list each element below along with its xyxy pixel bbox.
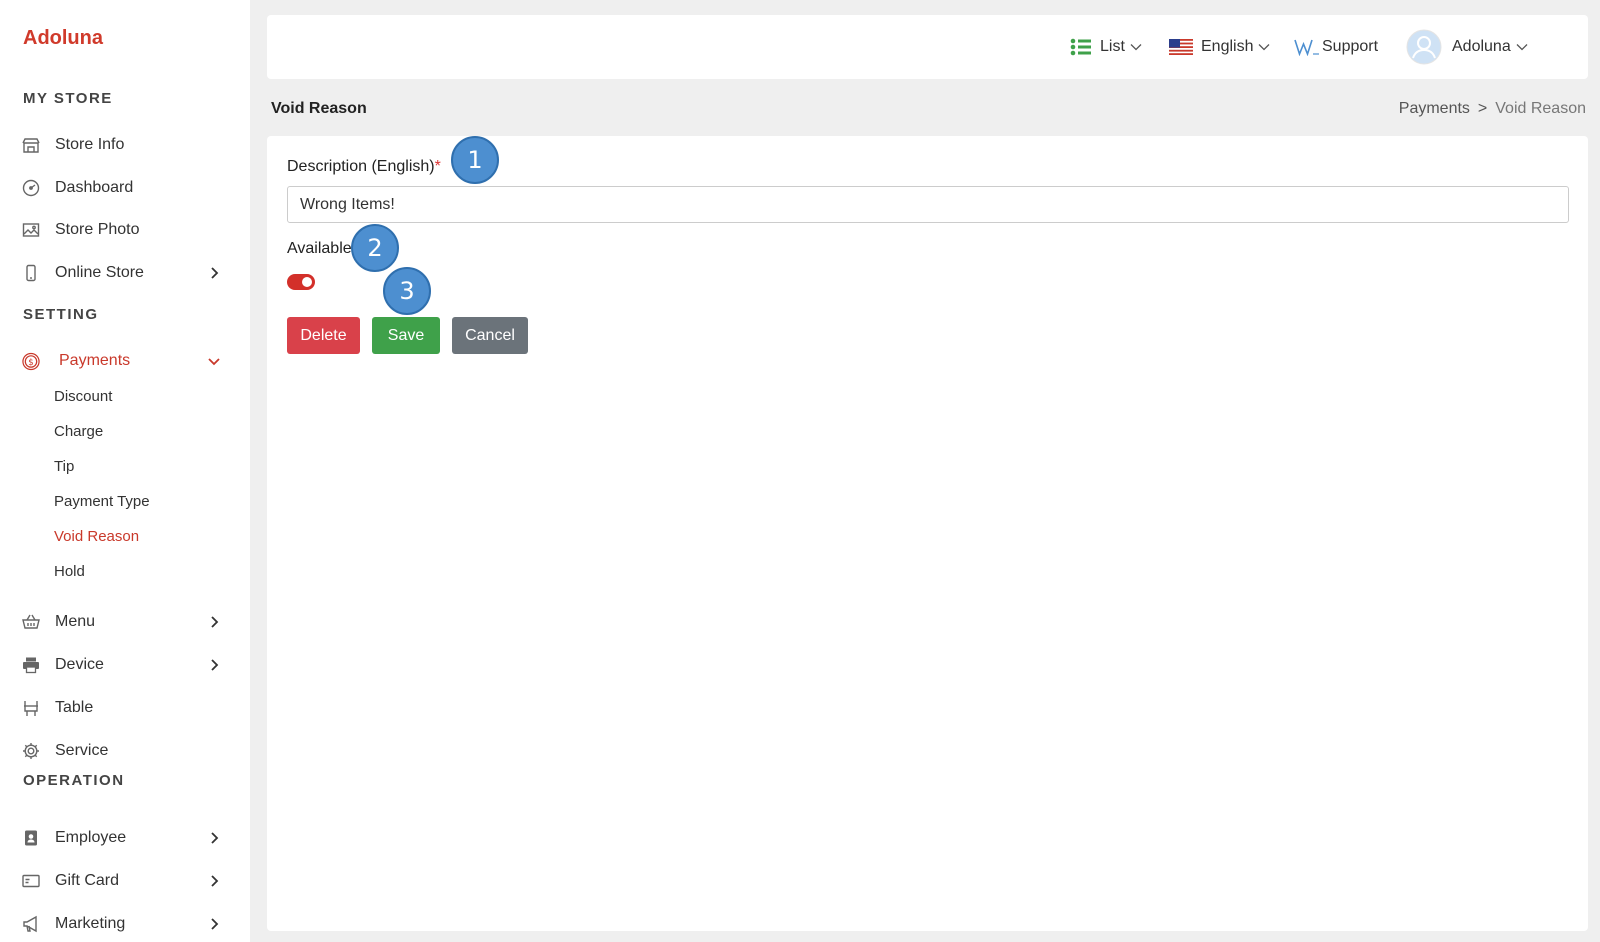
breadcrumb: Payments > Void Reason [1399, 100, 1586, 118]
card-icon [22, 872, 40, 890]
chevron-right-icon [211, 267, 219, 279]
sidebar-item-label: Service [55, 742, 109, 759]
language-label: English [1201, 38, 1254, 55]
sidebar-item-label: Dashboard [55, 179, 134, 196]
page-title: Void Reason [271, 100, 367, 117]
support-link[interactable]: Support [1294, 15, 1378, 79]
user-menu[interactable]: Adoluna [1406, 15, 1528, 79]
user-label: Adoluna [1452, 38, 1511, 55]
chevron-right-icon [211, 659, 219, 671]
chevron-down-icon [1516, 44, 1528, 51]
top-bar: List English Support Adoluna [267, 15, 1588, 79]
sidebar-item-marketing[interactable]: Marketing [0, 904, 250, 942]
chevron-right-icon [211, 616, 219, 628]
sidebar-item-gift-card[interactable]: Gift Card [0, 861, 250, 901]
available-toggle[interactable] [287, 274, 315, 290]
sidebar-item-store-photo[interactable]: Store Photo [0, 210, 250, 250]
gear-icon [22, 742, 40, 760]
step-badge-1: 1 [451, 136, 499, 184]
basket-icon [22, 613, 40, 631]
language-menu[interactable]: English [1169, 15, 1270, 79]
breadcrumb-current: Void Reason [1495, 100, 1586, 117]
section-operation: OPERATION [23, 772, 125, 789]
sidebar-item-label: Payments [59, 352, 131, 369]
sidebar-sub-discount[interactable]: Discount [54, 388, 112, 405]
sidebar-sub-hold[interactable]: Hold [54, 563, 85, 580]
svg-text:$: $ [28, 357, 33, 367]
sidebar-item-label: Employee [55, 829, 127, 846]
list-menu[interactable]: List [1070, 15, 1142, 79]
dollar-coin-icon: $ [22, 352, 40, 370]
sidebar-item-store-info[interactable]: Store Info [0, 125, 250, 165]
image-icon [22, 221, 40, 239]
step-badge-3: 3 [383, 267, 431, 315]
printer-icon [22, 656, 40, 674]
brand-logo[interactable]: Adoluna [23, 27, 103, 50]
step-badge-2: 2 [351, 224, 399, 272]
mobile-icon [22, 264, 40, 282]
description-input[interactable] [287, 186, 1569, 223]
sidebar: Adoluna MY STORE Store Info Dashboard St… [0, 0, 250, 942]
cancel-button[interactable]: Cancel [452, 317, 528, 354]
us-flag-icon [1169, 39, 1193, 55]
table-chair-icon [22, 699, 40, 717]
sidebar-item-label: Store Photo [55, 221, 140, 238]
sidebar-item-label: Online Store [55, 264, 144, 281]
sidebar-item-online-store[interactable]: Online Store [0, 253, 250, 293]
sidebar-item-table[interactable]: Table [0, 688, 250, 728]
chevron-down-icon [208, 358, 220, 366]
sidebar-sub-void-reason[interactable]: Void Reason [54, 528, 139, 545]
section-setting: SETTING [23, 306, 99, 323]
required-mark: * [434, 158, 441, 175]
sidebar-item-label: Device [55, 656, 104, 673]
delete-button[interactable]: Delete [287, 317, 360, 354]
support-w-icon [1294, 39, 1319, 56]
avatar [1406, 29, 1442, 65]
chevron-right-icon [211, 875, 219, 887]
id-badge-icon [22, 829, 40, 847]
sidebar-item-dashboard[interactable]: Dashboard [0, 168, 250, 208]
chevron-down-icon [1130, 44, 1142, 51]
description-label-text: Description (English) [287, 158, 435, 175]
chevron-down-icon [1259, 44, 1270, 51]
sidebar-item-label: Table [55, 699, 94, 716]
sidebar-sub-charge[interactable]: Charge [54, 423, 103, 440]
sidebar-sub-tip[interactable]: Tip [54, 458, 74, 475]
sidebar-item-label: Marketing [55, 915, 126, 932]
chevron-right-icon [211, 832, 219, 844]
breadcrumb-separator: > [1477, 100, 1488, 117]
sidebar-item-service[interactable]: Service [0, 731, 250, 771]
chevron-right-icon [211, 918, 219, 930]
toggle-knob [302, 277, 312, 287]
form-card: Description (English)* Available Delete … [267, 136, 1588, 931]
gauge-icon [22, 179, 40, 197]
sidebar-item-employee[interactable]: Employee [0, 818, 250, 858]
sidebar-item-label: Menu [55, 613, 96, 630]
sidebar-item-label: Store Info [55, 136, 125, 153]
sidebar-item-device[interactable]: Device [0, 645, 250, 685]
store-icon [22, 136, 40, 154]
description-label: Description (English)* [287, 158, 441, 176]
list-label: List [1100, 38, 1125, 55]
megaphone-icon [22, 915, 40, 933]
support-label: Support [1322, 38, 1379, 55]
sidebar-item-label: Gift Card [55, 872, 120, 889]
list-icon [1070, 38, 1091, 56]
section-my-store: MY STORE [23, 90, 113, 107]
sidebar-item-menu[interactable]: Menu [0, 602, 250, 642]
available-label: Available [287, 240, 352, 257]
sidebar-item-payments[interactable]: $ Payments [0, 341, 250, 381]
breadcrumb-payments[interactable]: Payments [1399, 100, 1470, 117]
save-button[interactable]: Save [372, 317, 440, 354]
sidebar-sub-payment-type[interactable]: Payment Type [54, 493, 150, 510]
